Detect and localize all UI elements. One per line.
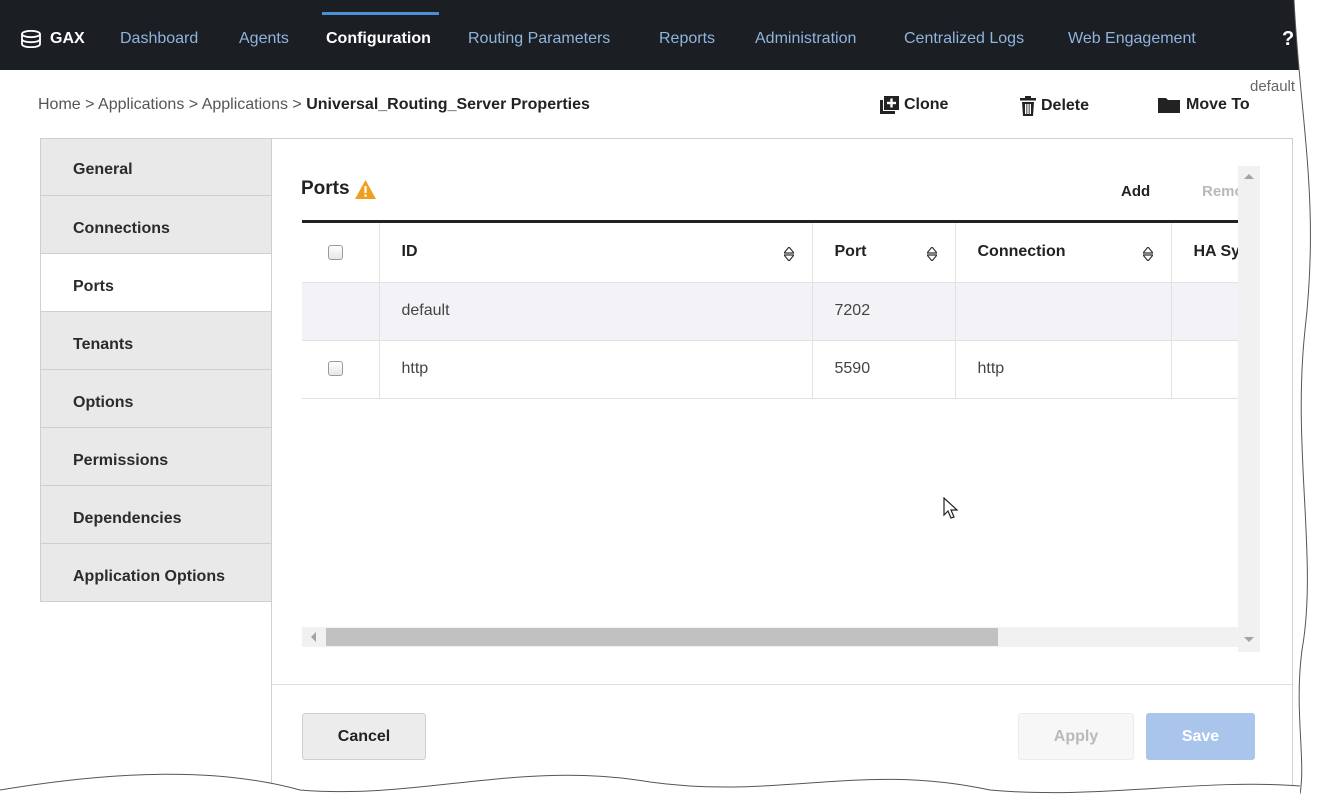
torn-edge-decoration (0, 0, 1320, 794)
